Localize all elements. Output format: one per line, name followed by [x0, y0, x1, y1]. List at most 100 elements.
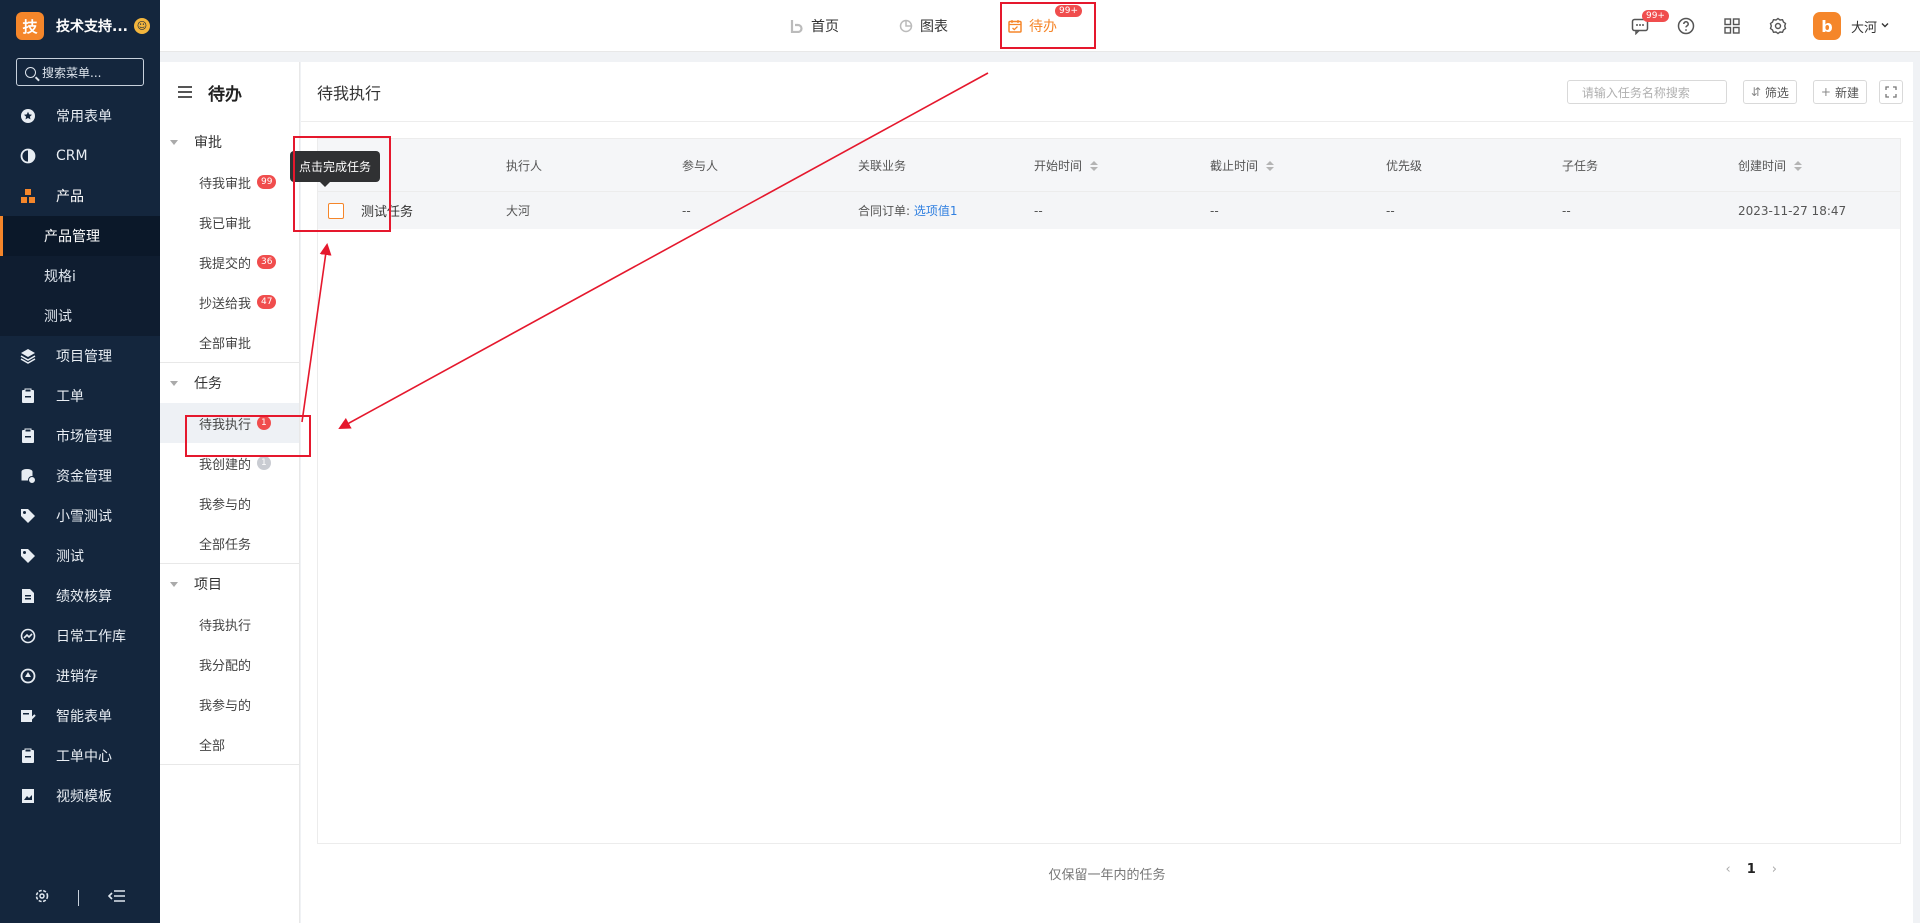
menu-item-video-template[interactable]: 视频模板	[0, 776, 160, 816]
group-task[interactable]: 任务	[160, 363, 299, 403]
apps-grid-icon[interactable]	[1721, 15, 1743, 37]
tag-icon	[20, 508, 36, 524]
column-header-subtasks: 子任务	[1562, 158, 1599, 173]
menu-item-performance[interactable]: 绩效核算	[0, 576, 160, 616]
group-project[interactable]: 项目	[160, 564, 299, 604]
menu-search-input[interactable]: 搜索菜单...	[16, 58, 144, 86]
footer-divider	[78, 890, 80, 906]
settings-icon[interactable]	[1767, 15, 1789, 37]
group-item-submitted[interactable]: 我提交的 36	[160, 242, 299, 282]
hamburger-icon[interactable]	[178, 86, 192, 98]
menu-item-workorder-center[interactable]: 工单中心	[0, 736, 160, 776]
sort-icon	[1794, 161, 1803, 171]
current-page[interactable]: 1	[1747, 862, 1756, 877]
fullscreen-icon[interactable]	[1879, 80, 1903, 104]
menu-label: CRM	[56, 148, 88, 164]
user-name[interactable]: 大河	[1851, 17, 1877, 36]
menu-item-project[interactable]: 项目管理	[0, 336, 160, 376]
business-link[interactable]: 选项值1	[914, 204, 958, 218]
menu-item-daily-work[interactable]: 日常工作库	[0, 616, 160, 656]
column-header-executor: 执行人	[506, 158, 543, 173]
menu-item-crm[interactable]: CRM	[0, 136, 160, 176]
brand[interactable]: 技 技术支持... ☺	[0, 0, 160, 52]
group-item-cc-me[interactable]: 抄送给我 47	[160, 282, 299, 322]
clipboard-icon	[20, 428, 36, 444]
submenu-item-test[interactable]: 测试	[0, 296, 160, 336]
filter-button[interactable]: ⇵ 筛选	[1742, 80, 1797, 104]
pie-half-icon	[20, 148, 36, 164]
task-business: 合同订单: 选项值1	[858, 202, 958, 219]
menu-label: 智能表单	[56, 709, 112, 725]
chevron-down-icon[interactable]	[1880, 18, 1890, 34]
collapse-menu-icon[interactable]	[107, 888, 126, 908]
sort-icon	[1266, 161, 1275, 171]
menu-label: 进销存	[56, 669, 98, 685]
menu-label: 工单	[56, 389, 84, 405]
column-header-start-time[interactable]: 开始时间	[1034, 157, 1099, 174]
item-label: 全部	[199, 738, 226, 754]
menu-item-common-forms[interactable]: 常用表单	[0, 96, 160, 136]
menu-item-product[interactable]: 产品	[0, 176, 160, 216]
menu-item-test[interactable]: 测试	[0, 536, 160, 576]
sidebar-footer	[0, 873, 160, 923]
sort-icon	[1090, 161, 1099, 171]
submenu-item-product-manage[interactable]: 产品管理	[0, 216, 160, 256]
new-task-button[interactable]: + 新建	[1812, 80, 1867, 104]
new-label: 新建	[1834, 85, 1859, 100]
item-label: 我分配的	[199, 658, 252, 674]
product-submenu: 产品管理 规格i 测试	[0, 216, 160, 336]
group-item-project-all[interactable]: 全部	[160, 724, 299, 764]
item-label: 我参与的	[199, 497, 252, 513]
todo-highlight-box	[1000, 2, 1096, 49]
group-item-task-participating[interactable]: 我参与的	[160, 483, 299, 523]
column-header-deadline[interactable]: 截止时间	[1210, 157, 1275, 174]
filter-label: 筛选	[1764, 85, 1789, 100]
menu-item-finance[interactable]: 资金管理	[0, 456, 160, 496]
group-item-all-approval[interactable]: 全部审批	[160, 322, 299, 362]
form-edit-icon	[20, 708, 36, 724]
item-label: 我参与的	[199, 698, 252, 714]
topnav-charts[interactable]: 图表	[899, 16, 948, 36]
group-item-project-participating[interactable]: 我参与的	[160, 684, 299, 724]
task-priority: --	[1386, 203, 1395, 218]
group-item-task-all[interactable]: 全部任务	[160, 523, 299, 563]
group-approval[interactable]: 审批	[160, 122, 299, 162]
user-avatar[interactable]: b	[1812, 12, 1841, 40]
settings-gear-icon[interactable]	[34, 888, 50, 908]
submenu-item-spec[interactable]: 规格i	[0, 256, 160, 296]
menu-item-inventory[interactable]: 进销存	[0, 656, 160, 696]
brand-name: 技术支持...	[56, 19, 128, 35]
next-page-icon[interactable]: ›	[1772, 862, 1777, 877]
help-icon[interactable]	[1675, 15, 1697, 37]
column-header-created[interactable]: 创建时间	[1738, 157, 1803, 174]
group-item-approved[interactable]: 我已审批	[160, 202, 299, 242]
item-label: 待我审批	[199, 176, 252, 192]
table-row[interactable]: 测试任务 大河 -- 合同订单: 选项值1 -- -- -- -- 2023-1…	[318, 191, 1900, 229]
caret-down-icon	[170, 380, 178, 386]
task-participants: --	[682, 203, 691, 218]
task-table: 执行人 参与人 关联业务 开始时间 截止时间 优先级 子任务 创建时间 测试任务…	[317, 138, 1901, 844]
menu-item-xiaoxue-test[interactable]: 小雪测试	[0, 496, 160, 536]
message-icon[interactable]: 99+	[1629, 10, 1669, 37]
group-item-pending-approval[interactable]: 待我审批 99	[160, 162, 299, 202]
home-b-icon	[790, 19, 804, 33]
group-label: 项目	[194, 577, 222, 593]
task-search-input[interactable]: 请输入任务名称搜索	[1566, 80, 1727, 104]
panel-title-text: 待办	[208, 84, 242, 105]
clipboard-icon	[20, 748, 36, 764]
group-item-project-pending-me[interactable]: 待我执行	[160, 604, 299, 644]
menu-label: 视频模板	[56, 789, 112, 805]
menu-item-workorder[interactable]: 工单	[0, 376, 160, 416]
menu-item-smart-form[interactable]: 智能表单	[0, 696, 160, 736]
plus-icon: +	[1820, 85, 1831, 99]
panel-title: 待办	[160, 62, 299, 122]
column-label: 截止时间	[1210, 158, 1259, 173]
column-header-business: 关联业务	[858, 158, 907, 173]
prev-page-icon[interactable]: ‹	[1726, 862, 1731, 877]
item-label: 抄送给我	[199, 296, 252, 312]
group-item-project-assigned[interactable]: 我分配的	[160, 644, 299, 684]
topnav-home[interactable]: 首页	[790, 16, 839, 36]
menu-search-placeholder: 搜索菜单...	[42, 65, 102, 80]
item-label: 我提交的	[199, 256, 252, 272]
menu-item-market[interactable]: 市场管理	[0, 416, 160, 456]
